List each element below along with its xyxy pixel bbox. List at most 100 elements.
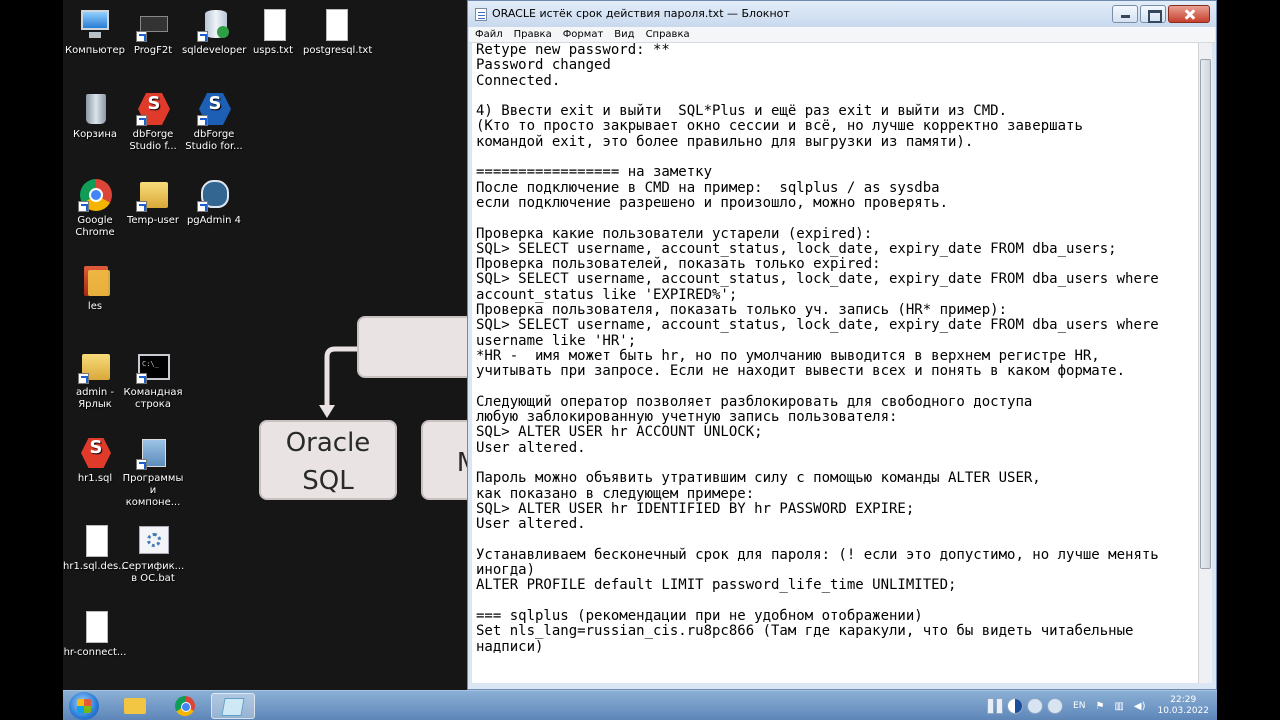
flowchart-arrow bbox=[319, 346, 357, 418]
scrollbar-thumb[interactable] bbox=[1200, 59, 1211, 569]
icon-label: Командная строка bbox=[123, 387, 183, 410]
icon-label: postgresql.txt bbox=[303, 45, 373, 56]
desktop-icon-sqldeveloper[interactable]: sqldeveloper bbox=[182, 8, 246, 57]
shortcut-arrow-icon bbox=[78, 201, 89, 212]
flowchart-oracle-sql-box: Oracle SQL bbox=[259, 420, 397, 500]
screen: Компьютер Корзина Google Chrome les admi… bbox=[0, 0, 1280, 720]
notepad-icon bbox=[221, 698, 245, 716]
desktop-icon-dbforge-f[interactable]: S dbForge Studio f... bbox=[121, 92, 185, 153]
desktop-icon-usps-txt[interactable]: usps.txt bbox=[241, 8, 305, 57]
shortcut-arrow-icon bbox=[136, 201, 147, 212]
recycle-bin-icon bbox=[78, 92, 112, 126]
desktop-icon-cert-bat[interactable]: Сертифик... в ОС.bat bbox=[121, 524, 185, 585]
shortcut-arrow-icon bbox=[197, 201, 208, 212]
letterbox-right bbox=[1217, 0, 1280, 720]
menu-file[interactable]: Файл bbox=[475, 27, 503, 42]
tray-app-icon[interactable] bbox=[987, 698, 995, 714]
desktop-icon-cmd[interactable]: C:\_ Командная строка bbox=[121, 350, 185, 411]
tray-display-icon[interactable] bbox=[1007, 698, 1024, 714]
chip-icon bbox=[136, 8, 170, 42]
menu-help[interactable]: Справка bbox=[646, 27, 690, 42]
tray-circle-icon[interactable] bbox=[1047, 698, 1064, 714]
vertical-scrollbar[interactable] bbox=[1198, 43, 1212, 683]
title-bar[interactable]: ORACLE истёк срок действия пароля.txt — … bbox=[468, 1, 1216, 27]
desktop-icon-hr-connect[interactable]: hr-connect... bbox=[63, 610, 127, 659]
folder-icon bbox=[78, 264, 112, 298]
file-icon bbox=[78, 610, 112, 644]
gear-file-icon bbox=[136, 524, 170, 558]
desktop-icon-postgresql-txt[interactable]: postgresql.txt bbox=[303, 8, 373, 57]
desktop-icon-progf2t[interactable]: ProgF2t bbox=[121, 8, 185, 57]
icon-label: hr1.sql.des... bbox=[63, 561, 128, 572]
flowchart-box-line1: Oracle bbox=[285, 428, 371, 458]
tray-app-icon[interactable] bbox=[996, 698, 1004, 714]
shortcut-arrow-icon bbox=[136, 115, 147, 126]
letterbox-left bbox=[0, 0, 63, 720]
shortcut-arrow-icon bbox=[197, 31, 208, 42]
folder-icon bbox=[124, 698, 146, 714]
close-button[interactable] bbox=[1168, 5, 1210, 23]
icon-label: Сертифик... в ОС.bat bbox=[121, 561, 185, 584]
system-tray: EN ⚑ ▥ ◀) 22:29 10.03.2022 bbox=[985, 691, 1209, 720]
dbforge-blue-icon: S bbox=[197, 92, 231, 126]
taskbar-chrome[interactable] bbox=[163, 693, 207, 719]
desktop-icon-computer[interactable]: Компьютер bbox=[63, 8, 127, 57]
icon-label: pgAdmin 4 bbox=[186, 215, 242, 226]
icon-label: les bbox=[87, 301, 103, 312]
desktop-icon-les[interactable]: les bbox=[63, 264, 127, 313]
elephant-icon bbox=[197, 178, 231, 212]
icon-label: dbForge Studio for... bbox=[185, 129, 243, 152]
document-text[interactable]: Retype new password: ** Password changed… bbox=[472, 43, 1198, 655]
file-icon bbox=[78, 524, 112, 558]
desktop-icon-admin[interactable]: admin - Ярлык bbox=[63, 350, 127, 411]
minimize-button[interactable] bbox=[1112, 5, 1138, 23]
clock-date: 10.03.2022 bbox=[1157, 706, 1209, 716]
desktop-icon-programs[interactable]: Программы и компоне... bbox=[121, 436, 185, 509]
programs-icon bbox=[136, 436, 170, 470]
network-icon[interactable]: ▥ bbox=[1114, 701, 1123, 712]
menu-view[interactable]: Вид bbox=[614, 27, 634, 42]
menu-edit[interactable]: Правка bbox=[514, 27, 552, 42]
tray-circle-icon[interactable] bbox=[1027, 698, 1044, 714]
notepad-window[interactable]: ORACLE истёк срок действия пароля.txt — … bbox=[467, 0, 1217, 690]
maximize-button[interactable] bbox=[1140, 5, 1166, 23]
icon-label: Компьютер bbox=[65, 45, 125, 56]
icon-label: hr1.sql bbox=[77, 473, 113, 484]
taskbar-notepad[interactable] bbox=[211, 693, 255, 719]
icon-label: Программы и компоне... bbox=[122, 473, 184, 508]
folder-icon bbox=[78, 350, 112, 384]
taskbar: EN ⚑ ▥ ◀) 22:29 10.03.2022 bbox=[63, 690, 1217, 720]
shortcut-arrow-icon bbox=[136, 459, 147, 470]
flowchart-box-line2: SQL bbox=[302, 466, 354, 496]
desktop-icon-dbforge-for[interactable]: S dbForge Studio for... bbox=[182, 92, 246, 153]
volume-icon[interactable]: ◀) bbox=[1134, 701, 1146, 712]
text-editor-area[interactable]: Retype new password: ** Password changed… bbox=[472, 43, 1198, 683]
desktop-icon-pgadmin[interactable]: pgAdmin 4 bbox=[182, 178, 246, 227]
dbforge-file-icon: S bbox=[78, 436, 112, 470]
clock[interactable]: 22:29 10.03.2022 bbox=[1157, 695, 1209, 717]
computer-icon bbox=[78, 8, 112, 42]
taskbar-explorer[interactable] bbox=[113, 693, 157, 719]
language-indicator[interactable]: EN bbox=[1073, 701, 1085, 711]
shortcut-arrow-icon bbox=[78, 373, 89, 384]
window-controls bbox=[1112, 5, 1210, 23]
icon-label: Google Chrome bbox=[75, 215, 115, 238]
notepad-app-icon bbox=[475, 8, 487, 21]
text-file-icon bbox=[256, 8, 290, 42]
desktop-icon-hr1-sql-des[interactable]: hr1.sql.des... bbox=[63, 524, 128, 573]
tray-flag-icon[interactable]: ⚑ bbox=[1095, 701, 1104, 712]
menu-bar: Файл Правка Формат Вид Справка bbox=[469, 27, 1215, 43]
desktop-icon-temp-user[interactable]: Temp-user bbox=[121, 178, 185, 227]
shortcut-arrow-icon bbox=[136, 373, 147, 384]
menu-format[interactable]: Формат bbox=[563, 27, 604, 42]
desktop-icon-hr1-sql[interactable]: S hr1.sql bbox=[63, 436, 127, 485]
desktop-icon-chrome[interactable]: Google Chrome bbox=[63, 178, 127, 239]
folder-icon bbox=[136, 178, 170, 212]
chrome-icon bbox=[175, 696, 195, 716]
window-title: ORACLE истёк срок действия пароля.txt — … bbox=[492, 7, 790, 20]
terminal-icon: C:\_ bbox=[136, 350, 170, 384]
icon-label: Temp-user bbox=[126, 215, 180, 226]
desktop-icon-recycle-bin[interactable]: Корзина bbox=[63, 92, 127, 141]
start-button[interactable] bbox=[69, 692, 99, 720]
text-file-icon bbox=[318, 8, 352, 42]
